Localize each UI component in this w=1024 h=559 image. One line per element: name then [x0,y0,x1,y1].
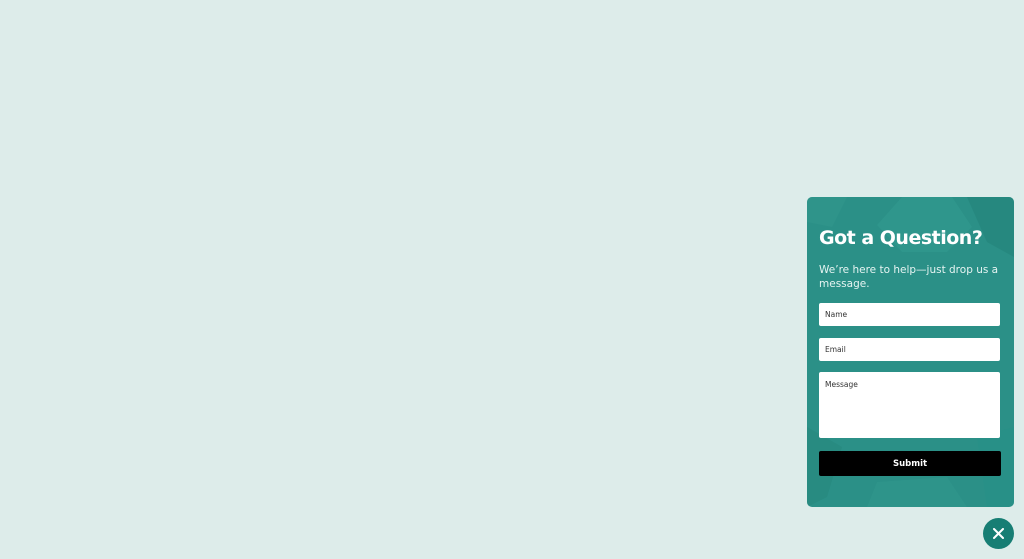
message-input[interactable] [819,372,1000,438]
name-input[interactable] [819,303,1000,326]
close-chat-button[interactable] [983,518,1014,549]
submit-button[interactable]: Submit [819,451,1001,476]
email-input[interactable] [819,338,1000,361]
page: Got a Question? We’re here to help—just … [0,0,1024,559]
form-subtitle: We’re here to help—just drop us a messag… [819,264,999,290]
close-icon [993,528,1004,539]
form-title: Got a Question? [819,227,983,249]
contact-form-panel: Got a Question? We’re here to help—just … [807,197,1014,507]
